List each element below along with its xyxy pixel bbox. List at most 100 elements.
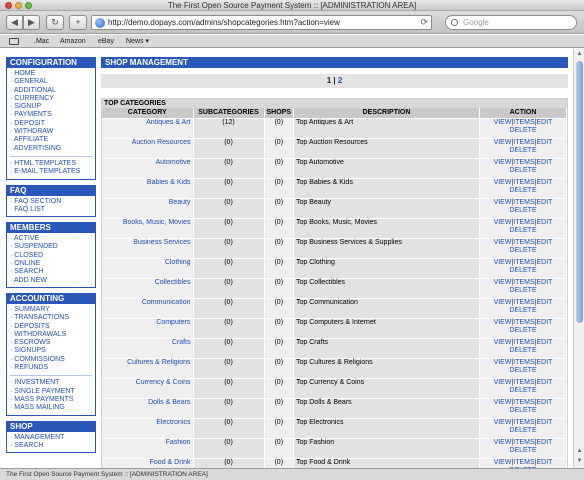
sidebar-item-deposit[interactable]: DEPOSIT [10, 120, 92, 128]
sidebar-item-closed[interactable]: CLOSED [10, 252, 92, 260]
delete-link[interactable]: DELETE [509, 147, 536, 154]
delete-link[interactable]: DELETE [509, 227, 536, 234]
items-link[interactable]: ITEMS [513, 459, 534, 466]
items-link[interactable]: ITEMS [513, 259, 534, 266]
category-link[interactable]: Crafts [102, 337, 194, 358]
sidebar-item-withdraw[interactable]: WITHDRAW [10, 128, 92, 136]
edit-link[interactable]: EDIT [537, 159, 553, 166]
sidebar-item-mass-payments[interactable]: MASS PAYMENTS [10, 396, 92, 404]
category-link[interactable]: Food & Drink [102, 457, 194, 468]
delete-link[interactable]: DELETE [509, 207, 536, 214]
items-link[interactable]: ITEMS [513, 299, 534, 306]
edit-link[interactable]: EDIT [537, 359, 553, 366]
items-link[interactable]: ITEMS [513, 279, 534, 286]
view-link[interactable]: VIEW [494, 219, 512, 226]
view-link[interactable]: VIEW [494, 319, 512, 326]
scroll-down-icon[interactable]: ▼ [575, 457, 584, 466]
address-bar[interactable]: http://demo.dopays.com/admins/shopcatego… [91, 15, 432, 30]
category-link[interactable]: Babies & Kids [102, 177, 194, 198]
edit-link[interactable]: EDIT [537, 399, 553, 406]
sidebar-item-advertising[interactable]: ADVERTISING [10, 145, 92, 153]
view-link[interactable]: VIEW [494, 359, 512, 366]
scroll-thumb[interactable] [576, 61, 583, 323]
reload-button[interactable]: ↻ [46, 15, 64, 30]
category-link[interactable]: Computers [102, 317, 194, 338]
forward-button[interactable]: ▶ [23, 15, 40, 30]
sidebar-item-search[interactable]: SEARCH [10, 442, 92, 450]
sidebar-item-search[interactable]: SEARCH [10, 268, 92, 276]
delete-link[interactable]: DELETE [509, 427, 536, 434]
sidebar-item-refunds[interactable]: REFUNDS [10, 364, 92, 372]
items-link[interactable]: ITEMS [513, 359, 534, 366]
view-link[interactable]: VIEW [494, 459, 512, 466]
delete-link[interactable]: DELETE [509, 187, 536, 194]
view-link[interactable]: VIEW [494, 399, 512, 406]
sidebar-item-commissions[interactable]: COMMISSIONS [10, 356, 92, 364]
delete-link[interactable]: DELETE [509, 407, 536, 414]
items-link[interactable]: ITEMS [513, 239, 534, 246]
category-link[interactable]: Antiques & Art [102, 117, 194, 138]
refresh-icon[interactable]: ⟳ [420, 16, 428, 29]
bookmark-news[interactable]: News ▾ [126, 35, 149, 48]
category-link[interactable]: Communication [102, 297, 194, 318]
sidebar-item-add-new[interactable]: ADD NEW [10, 277, 92, 285]
edit-link[interactable]: EDIT [537, 299, 553, 306]
view-link[interactable]: VIEW [494, 259, 512, 266]
sidebar-item-investment[interactable]: INVESTMENT [10, 379, 92, 387]
category-link[interactable]: Cultures & Religions [102, 357, 194, 378]
view-link[interactable]: VIEW [494, 279, 512, 286]
delete-link[interactable]: DELETE [509, 127, 536, 134]
items-link[interactable]: ITEMS [513, 379, 534, 386]
category-link[interactable]: Business Services [102, 237, 194, 258]
category-link[interactable]: Currency & Coins [102, 377, 194, 398]
delete-link[interactable]: DELETE [509, 247, 536, 254]
sidebar-item-html-templates[interactable]: HTML TEMPLATES [10, 160, 92, 168]
sidebar-item-additional[interactable]: ADDITIONAL [10, 87, 92, 95]
sidebar-item-payments[interactable]: PAYMENTS [10, 111, 92, 119]
page-link-2[interactable]: 2 [338, 76, 342, 85]
vertical-scrollbar[interactable]: ▲ ▲ ▼ [573, 49, 584, 468]
add-bookmark-button[interactable]: + [69, 15, 87, 30]
edit-link[interactable]: EDIT [537, 199, 553, 206]
address-text[interactable]: http://demo.dopays.com/admins/shopcatego… [108, 16, 413, 29]
delete-link[interactable]: DELETE [509, 327, 536, 334]
view-link[interactable]: VIEW [494, 379, 512, 386]
delete-link[interactable]: DELETE [509, 367, 536, 374]
delete-link[interactable]: DELETE [509, 447, 536, 454]
edit-link[interactable]: EDIT [537, 439, 553, 446]
search-field[interactable]: Google [445, 15, 577, 30]
view-link[interactable]: VIEW [494, 119, 512, 126]
bookmark-amazon[interactable]: Amazon [60, 35, 86, 48]
bookmark-mac[interactable]: .Mac [34, 35, 49, 48]
view-link[interactable]: VIEW [494, 299, 512, 306]
items-link[interactable]: ITEMS [513, 199, 534, 206]
sidebar-item-active[interactable]: ACTIVE [10, 235, 92, 243]
sidebar-item-summary[interactable]: SUMMARY [10, 306, 92, 314]
edit-link[interactable]: EDIT [537, 239, 553, 246]
view-link[interactable]: VIEW [494, 179, 512, 186]
view-link[interactable]: VIEW [494, 339, 512, 346]
items-link[interactable]: ITEMS [513, 219, 534, 226]
sidebar-item-mass-mailing[interactable]: MASS MAILING [10, 404, 92, 412]
delete-link[interactable]: DELETE [509, 167, 536, 174]
edit-link[interactable]: EDIT [537, 379, 553, 386]
category-link[interactable]: Automotive [102, 157, 194, 178]
sidebar-item-affiliate[interactable]: AFFILIATE [10, 136, 92, 144]
items-link[interactable]: ITEMS [513, 399, 534, 406]
delete-link[interactable]: DELETE [509, 307, 536, 314]
edit-link[interactable]: EDIT [537, 279, 553, 286]
sidebar-item-faq-list[interactable]: FAQ LIST [10, 206, 92, 214]
delete-link[interactable]: DELETE [509, 387, 536, 394]
sidebar-item-signup[interactable]: SIGNUP [10, 103, 92, 111]
sidebar-item-e-mail-templates[interactable]: E-MAIL TEMPLATES [10, 168, 92, 176]
items-link[interactable]: ITEMS [513, 419, 534, 426]
view-link[interactable]: VIEW [494, 159, 512, 166]
category-link[interactable]: Dolls & Bears [102, 397, 194, 418]
sidebar-item-currency[interactable]: CURRENCY [10, 95, 92, 103]
category-link[interactable]: Electronics [102, 417, 194, 438]
category-link[interactable]: Clothing [102, 257, 194, 278]
delete-link[interactable]: DELETE [509, 347, 536, 354]
view-link[interactable]: VIEW [494, 139, 512, 146]
edit-link[interactable]: EDIT [537, 219, 553, 226]
items-link[interactable]: ITEMS [513, 339, 534, 346]
